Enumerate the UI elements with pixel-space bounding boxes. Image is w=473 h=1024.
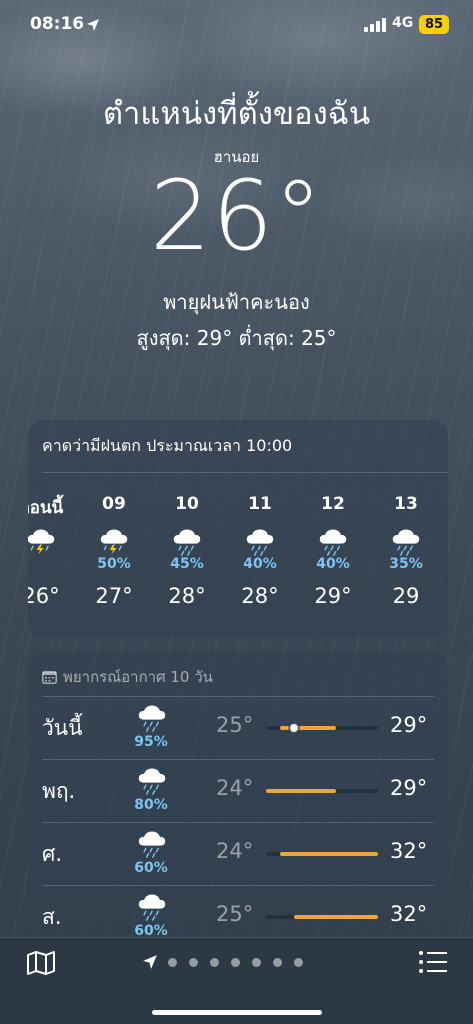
- page-dot[interactable]: [294, 958, 303, 967]
- precipitation-chance: 80%: [134, 797, 168, 813]
- hour-temperature: 27°: [95, 584, 133, 608]
- current-location-icon[interactable]: [142, 954, 158, 974]
- day-name: ศ.: [42, 842, 63, 866]
- location-list-icon[interactable]: [418, 950, 448, 978]
- high-temperature: 32°: [390, 902, 428, 926]
- ten-day-header-label: พยากรณ์อากาศ 10 วัน: [63, 668, 213, 686]
- hour-label: 13: [394, 494, 418, 514]
- divider: [42, 759, 434, 760]
- high-temperature: 29°: [390, 776, 428, 800]
- bottom-toolbar: [0, 937, 473, 1024]
- page-dot[interactable]: [252, 958, 261, 967]
- low-temperature: 24°: [216, 839, 254, 863]
- temperature-range-fill: [266, 789, 336, 793]
- hour-label: 09: [102, 494, 126, 514]
- divider: [42, 885, 434, 886]
- location-title: ตำแหน่งที่ตั้งของฉัน: [102, 96, 371, 132]
- rain-cloud-icon: [132, 702, 172, 736]
- high-temperature: 29°: [390, 713, 428, 737]
- temperature-range-fill: [294, 915, 378, 919]
- hour-temperature: 28°: [168, 584, 206, 608]
- hour-temperature: 29: [392, 584, 420, 608]
- hour-label: 12: [321, 494, 345, 514]
- calendar-icon: [42, 670, 57, 688]
- daily-row[interactable]: วันนี้ 95% 25° 29°: [28, 696, 448, 758]
- rain-cloud-icon: [132, 828, 172, 862]
- precipitation-chance: 40%: [243, 556, 277, 572]
- hour-temperature: 26°: [28, 584, 60, 608]
- precipitation-chance: 35%: [389, 556, 423, 572]
- high-temperature: 32°: [390, 839, 428, 863]
- hour-label: ตอนนี้: [28, 498, 64, 518]
- precipitation-chance: 60%: [134, 923, 168, 937]
- hour-temperature: 28°: [241, 584, 279, 608]
- location-arrow-icon: [86, 17, 100, 36]
- page-dot[interactable]: [273, 958, 282, 967]
- weather-condition: พายุฝนฟ้าคะนอง: [163, 290, 310, 314]
- temperature-range-fill: [280, 852, 378, 856]
- day-name: ส.: [42, 905, 62, 929]
- daily-row[interactable]: ศ. 60% 24° 32°: [28, 822, 448, 884]
- rain-cloud-icon: [132, 891, 172, 925]
- day-name: วันนี้: [42, 716, 83, 740]
- hourly-item: ตอนนี้ 26°: [28, 494, 74, 608]
- cellular-signal-icon: [364, 18, 386, 32]
- divider: [42, 822, 434, 823]
- hour-label: 10: [175, 494, 199, 514]
- precipitation-chance: 60%: [134, 860, 168, 876]
- ten-day-header: พยากรณ์อากาศ 10 วัน: [42, 665, 213, 689]
- hour-label: 11: [248, 494, 272, 514]
- hourly-summary: คาดว่ามีฝนตก ประมาณเวลา 10:00: [42, 436, 293, 455]
- precipitation-chance: 50%: [97, 556, 131, 572]
- daily-row[interactable]: ส. 60% 25° 32°: [28, 885, 448, 937]
- current-temperature: 26°: [149, 160, 324, 272]
- temperature-range-bar: [266, 852, 378, 856]
- precipitation-chance: 95%: [134, 734, 168, 750]
- hourly-forecast-card[interactable]: คาดว่ามีฝนตก ประมาณเวลา 10:00 ตอนนี้ 26° 0…: [28, 420, 448, 638]
- precipitation-chance: 45%: [170, 556, 204, 572]
- precipitation-chance: 40%: [316, 556, 350, 572]
- hourly-item: 13 35% 29: [373, 494, 439, 608]
- temperature-range-bar: [266, 915, 378, 919]
- current-temp-marker: [290, 724, 298, 732]
- hourly-item: 11 40% 28°: [227, 494, 293, 608]
- hourly-item: 10 45% 28°: [154, 494, 220, 608]
- precipitation-chance: [28, 556, 74, 574]
- rain-cloud-icon: [132, 765, 172, 799]
- temperature-range-bar: [266, 789, 378, 793]
- temperature-range-bar: [266, 724, 378, 732]
- hour-temperature: 29°: [314, 584, 352, 608]
- divider: [42, 472, 448, 473]
- daily-row[interactable]: พฤ. 80% 24° 29°: [28, 759, 448, 821]
- hourly-item: 12 40% 29°: [300, 494, 366, 608]
- page-dot[interactable]: [189, 958, 198, 967]
- page-dot[interactable]: [210, 958, 219, 967]
- low-temperature: 25°: [216, 902, 254, 926]
- status-bar: 08:16 4G 85: [0, 0, 473, 50]
- hourly-item: 09 50% 27°: [81, 494, 147, 608]
- battery-indicator: 85: [419, 15, 449, 34]
- ten-day-forecast-card[interactable]: พยากรณ์อากาศ 10 วัน วันนี้ 95% 25° 29° พฤ. 80…: [28, 652, 448, 937]
- high-low-temperature: สูงสุด: 29° ต่ำสุด: 25°: [136, 326, 337, 350]
- low-temperature: 24°: [216, 776, 254, 800]
- network-type: 4G: [392, 15, 414, 31]
- low-temperature: 25°: [216, 713, 254, 737]
- temperature-range-fill: [280, 726, 336, 730]
- status-time: 08:16: [30, 14, 85, 34]
- divider: [42, 696, 434, 697]
- page-dot[interactable]: [168, 958, 177, 967]
- home-indicator: [152, 1010, 322, 1015]
- map-icon[interactable]: [26, 950, 56, 980]
- page-dot[interactable]: [231, 958, 240, 967]
- day-name: พฤ.: [42, 779, 76, 803]
